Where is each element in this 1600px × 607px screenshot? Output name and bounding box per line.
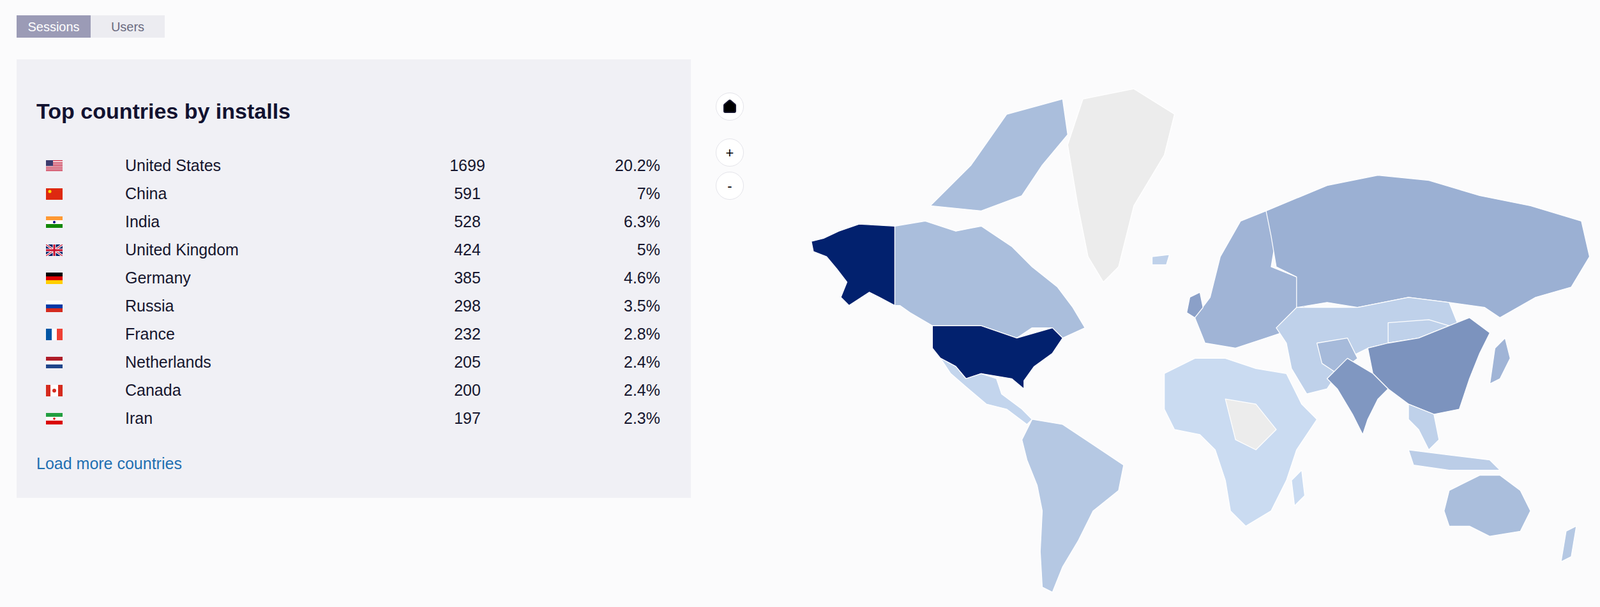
view-tab[interactable]: Sessions: [16, 15, 91, 38]
country-share: 2.4%: [512, 378, 661, 403]
flag-cell: [45, 384, 126, 397]
map-region[interactable]: [1367, 317, 1490, 415]
map-region[interactable]: [1561, 526, 1577, 562]
countries-list: United States169920.2%China5917%India528…: [36, 151, 661, 433]
country-installs: 197: [422, 406, 513, 431]
country-row: Canada2002.4%: [45, 376, 661, 405]
flag-cell: [45, 188, 126, 200]
map-region[interactable]: [1225, 399, 1277, 451]
country-share: 6.3%: [512, 210, 661, 235]
panel-title: Top countries by installs: [36, 97, 661, 125]
flag-cell: [45, 216, 126, 228]
map-region[interactable]: [1327, 358, 1389, 435]
map-region[interactable]: [1489, 338, 1510, 385]
content-row: Top countries by installs United States16…: [16, 59, 1600, 598]
flag-cell: [45, 300, 126, 313]
country-share: 7%: [512, 181, 661, 207]
country-installs: 424: [422, 238, 513, 263]
flag-icon: [45, 384, 63, 397]
country-name: Germany: [125, 266, 423, 291]
map-controls: +-: [715, 92, 745, 200]
country-row: Netherlands2052.4%: [45, 348, 661, 377]
country-row: Iran1972.3%: [45, 404, 661, 433]
page: SessionsUsers Top countries by installs Un…: [0, 0, 1600, 607]
map-region[interactable]: [1444, 475, 1531, 537]
country-row: France2322.8%: [45, 320, 661, 349]
country-name: United States: [125, 153, 423, 179]
map-region[interactable]: [1164, 358, 1318, 527]
country-installs: 200: [422, 378, 513, 403]
map-region[interactable]: [940, 358, 1032, 425]
map-region[interactable]: [1067, 88, 1175, 283]
flag-icon: [45, 244, 63, 257]
flag-cell: [45, 328, 126, 341]
flag-cell: [45, 160, 126, 172]
map-region[interactable]: [1408, 450, 1500, 471]
flag-icon: [45, 272, 63, 285]
country-row: United Kingdom4245%: [45, 236, 661, 265]
zoom-in-button[interactable]: +: [715, 138, 744, 167]
zoom-out-button[interactable]: -: [715, 171, 744, 200]
country-installs: 385: [422, 266, 513, 291]
country-installs: 591: [422, 181, 513, 207]
country-row: Russia2983.5%: [45, 292, 661, 321]
country-name: Canada: [125, 378, 423, 403]
country-share: 2.8%: [512, 322, 661, 347]
country-share: 2.3%: [512, 406, 661, 431]
map-region[interactable]: [1186, 292, 1203, 318]
countries-panel: Top countries by installs United States16…: [16, 59, 691, 499]
country-share: 3.5%: [512, 294, 661, 319]
flag-icon: [45, 413, 63, 425]
view-tab[interactable]: Users: [90, 15, 165, 38]
flag-cell: [45, 272, 126, 285]
flag-icon: [45, 356, 63, 369]
map-region[interactable]: [1291, 470, 1306, 507]
map-region[interactable]: [894, 220, 1085, 338]
map-region[interactable]: [1152, 254, 1170, 265]
flag-cell: [45, 244, 126, 257]
map-region[interactable]: [811, 224, 896, 306]
world-map[interactable]: [808, 88, 1594, 598]
country-name: India: [125, 210, 423, 235]
country-row: India5286.3%: [45, 208, 661, 237]
country-installs: 232: [422, 322, 513, 347]
country-name: United Kingdom: [125, 238, 423, 263]
load-more-link[interactable]: Load more countries: [36, 452, 661, 476]
country-installs: 1699: [422, 153, 513, 179]
country-share: 5%: [512, 238, 661, 263]
map-region[interactable]: [930, 98, 1068, 211]
flag-icon: [45, 328, 63, 341]
flag-icon: [45, 160, 63, 172]
country-installs: 528: [422, 210, 513, 235]
country-row: United States169920.2%: [45, 151, 661, 181]
map-region[interactable]: [932, 325, 1063, 389]
country-name: Netherlands: [125, 350, 423, 375]
home-icon: [722, 98, 738, 115]
country-name: Russia: [125, 294, 423, 319]
map-region[interactable]: [1408, 404, 1440, 451]
map-region[interactable]: [1266, 175, 1590, 318]
country-share: 2.4%: [512, 350, 661, 375]
view-tabs: SessionsUsers: [16, 15, 1600, 38]
country-row: China5917%: [45, 180, 661, 209]
flag-icon: [45, 188, 63, 200]
flag-icon: [45, 300, 63, 313]
country-name: China: [125, 181, 423, 207]
flag-icon: [45, 216, 63, 228]
home-button[interactable]: [715, 92, 744, 121]
country-share: 20.2%: [512, 153, 661, 179]
country-row: Germany3854.6%: [45, 264, 661, 293]
country-installs: 298: [422, 294, 513, 319]
country-installs: 205: [422, 350, 513, 375]
country-name: France: [125, 322, 423, 347]
country-share: 4.6%: [512, 266, 661, 291]
flag-cell: [45, 413, 126, 425]
map-region[interactable]: [1022, 419, 1124, 593]
flag-cell: [45, 356, 126, 369]
country-name: Iran: [125, 406, 423, 431]
